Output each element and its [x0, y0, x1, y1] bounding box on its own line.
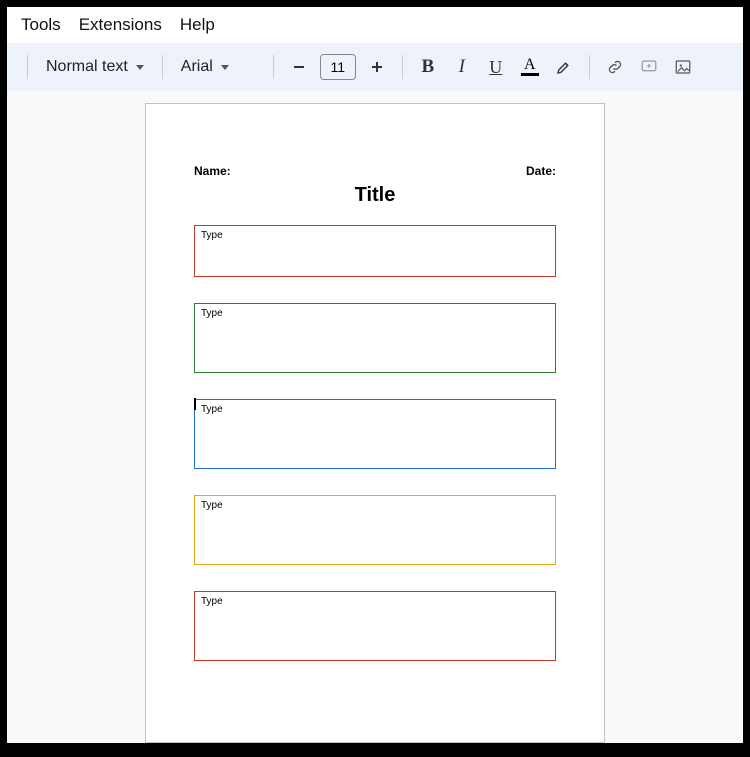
paragraph-style-label: Normal text: [46, 58, 128, 76]
paragraph-style-dropdown[interactable]: Normal text: [38, 54, 152, 80]
highlight-button[interactable]: [549, 52, 579, 82]
name-label: Name:: [194, 164, 231, 178]
divider: [273, 55, 274, 79]
text-color-icon: A: [524, 58, 536, 72]
chevron-down-icon: [136, 65, 144, 70]
comment-plus-icon: [640, 58, 658, 76]
insert-image-button[interactable]: [668, 52, 698, 82]
plus-icon: [370, 60, 384, 74]
type-box-placeholder: Type: [201, 230, 223, 241]
document-title: Title: [194, 184, 556, 207]
font-size-input[interactable]: 11: [320, 54, 356, 80]
menubar: Tools Extensions Help: [7, 7, 743, 43]
link-icon: [606, 58, 624, 76]
bold-button[interactable]: B: [413, 52, 443, 82]
insert-comment-button[interactable]: [634, 52, 664, 82]
font-size-value: 11: [331, 59, 346, 75]
font-family-dropdown[interactable]: Arial: [173, 54, 263, 80]
document-page[interactable]: Name: Date: Title Type Type Type Type Ty…: [145, 103, 605, 743]
menu-extensions[interactable]: Extensions: [79, 15, 162, 35]
header-row: Name: Date:: [194, 164, 556, 178]
menu-tools[interactable]: Tools: [21, 15, 61, 35]
document-canvas[interactable]: Name: Date: Title Type Type Type Type Ty…: [7, 91, 743, 743]
highlighter-icon: [555, 58, 573, 76]
image-icon: [674, 58, 692, 76]
date-label: Date:: [526, 164, 556, 178]
type-box-2[interactable]: Type: [194, 303, 556, 373]
divider: [402, 55, 403, 79]
increase-font-size-button[interactable]: [362, 52, 392, 82]
italic-button[interactable]: I: [447, 52, 477, 82]
type-box-1[interactable]: Type: [194, 225, 556, 277]
type-box-5[interactable]: Type: [194, 591, 556, 661]
divider: [162, 55, 163, 79]
toolbar: Normal text Arial 11 B I U A: [7, 43, 743, 91]
type-box-placeholder: Type: [201, 596, 223, 607]
divider: [27, 55, 28, 79]
type-box-placeholder: Type: [201, 308, 223, 319]
decrease-font-size-button[interactable]: [284, 52, 314, 82]
type-box-3[interactable]: Type: [194, 399, 556, 469]
type-box-4[interactable]: Type: [194, 495, 556, 565]
text-cursor: [194, 398, 196, 410]
underline-button[interactable]: U: [481, 52, 511, 82]
divider: [589, 55, 590, 79]
chevron-down-icon: [221, 65, 229, 70]
insert-link-button[interactable]: [600, 52, 630, 82]
type-box-placeholder: Type: [201, 404, 223, 415]
minus-icon: [292, 60, 306, 74]
text-color-button[interactable]: A: [515, 52, 545, 82]
type-box-placeholder: Type: [201, 500, 223, 511]
font-family-label: Arial: [181, 58, 213, 76]
menu-help[interactable]: Help: [180, 15, 215, 35]
